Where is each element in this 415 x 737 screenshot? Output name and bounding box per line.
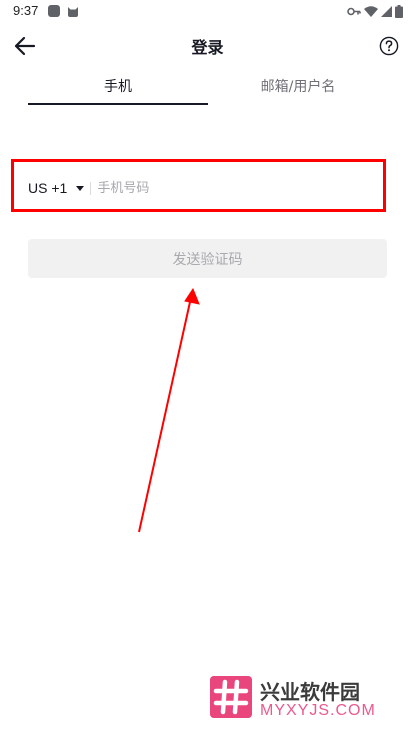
- phone-number-input[interactable]: [97, 170, 348, 206]
- tab-phone[interactable]: 手机: [28, 76, 208, 106]
- battery-icon: [395, 4, 403, 18]
- watermark-name: 兴业软件园: [260, 680, 360, 704]
- wifi-icon: [364, 5, 378, 17]
- country-code-selector[interactable]: US +1: [28, 168, 85, 208]
- country-code-label: US +1: [28, 180, 68, 196]
- watermark-url: MYXYJS.COM: [260, 702, 376, 719]
- status-time: 9:37: [13, 3, 39, 18]
- send-code-button[interactable]: 发送验证码: [28, 239, 387, 278]
- cat-notification-icon: [68, 7, 78, 17]
- watermark-logo-icon: [210, 676, 252, 718]
- caret-down-icon: [76, 185, 85, 191]
- page-title: 登录: [191, 38, 224, 57]
- tab-selected-indicator: [28, 103, 208, 105]
- watermark: 兴业软件园 MYXYJS.COM: [210, 676, 410, 724]
- status-indicators: [347, 4, 403, 18]
- app-notification-icon: [48, 5, 60, 17]
- key-icon: [347, 7, 361, 15]
- status-bar: 9:37: [0, 0, 415, 24]
- field-divider: [90, 181, 92, 195]
- tab-email-username[interactable]: 邮箱/用户名: [208, 76, 388, 106]
- annotation-arrow: [138, 287, 200, 533]
- phone-number-row: US +1: [28, 168, 387, 208]
- signal-icon: [381, 5, 392, 17]
- help-icon[interactable]: [379, 36, 399, 56]
